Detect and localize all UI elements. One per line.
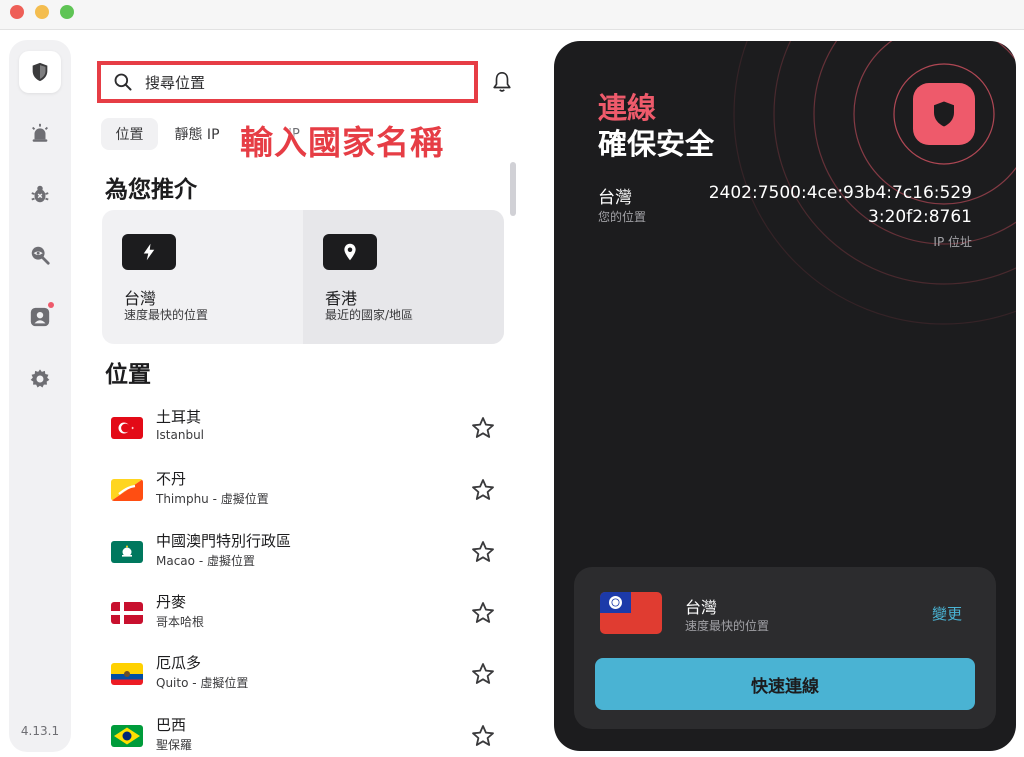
recommended-card-sub: 速度最快的位置: [124, 308, 209, 322]
tab-locations[interactable]: 位置: [101, 118, 158, 150]
close-window-button[interactable]: [10, 5, 24, 19]
sidebar-item-dark-web-monitor[interactable]: [19, 234, 61, 276]
list-item-ecuador[interactable]: 厄瓜多 Quito - 虛擬位置: [104, 650, 510, 700]
list-item-bhutan[interactable]: 不丹 Thimphu - 虛擬位置: [104, 466, 510, 516]
location-sub: Istanbul: [156, 428, 205, 442]
quick-connect-card: 台灣 速度最快的位置 變更 快速連線: [574, 567, 996, 729]
list-item-macao[interactable]: 中國澳門特別行政區 Macao - 虛擬位置: [104, 528, 510, 578]
sidebar-item-vpn[interactable]: [19, 51, 61, 93]
current-location: 台灣: [598, 188, 632, 208]
recommended-card-sub: 最近的國家/地區: [325, 308, 414, 322]
window-titlebar: [0, 0, 1024, 30]
macao-flag-icon: [111, 541, 143, 563]
bolt-icon: [143, 243, 155, 261]
location-sub: 聖保羅: [156, 738, 193, 752]
ip-address-caption: IP 位址: [933, 235, 972, 249]
alarm-icon: [32, 123, 48, 142]
notification-dot: [48, 302, 54, 308]
star-icon[interactable]: [471, 540, 495, 564]
location-name: 土耳其: [156, 408, 202, 426]
location-name: 不丹: [156, 470, 187, 488]
bug-icon: [31, 185, 49, 203]
list-item-brazil[interactable]: 巴西 聖保羅: [104, 712, 510, 757]
zoom-window-button[interactable]: [60, 5, 74, 19]
recommended-panel: 台灣 速度最快的位置 香港 最近的國家/地區: [102, 210, 504, 344]
recommended-title: 為您推介: [105, 177, 197, 203]
ecuador-flag-icon: [111, 663, 143, 685]
shield-icon: [934, 101, 954, 127]
ip-address-value: 2402:7500:4ce:93b4:7c16:529 3:20f2:8761: [708, 183, 972, 227]
quick-connect-button[interactable]: 快速連線: [595, 658, 975, 710]
location-name: 巴西: [156, 716, 187, 734]
annotation-callout: 輸入國家名稱: [240, 123, 444, 162]
sidebar-item-account[interactable]: [19, 296, 61, 338]
change-location-link[interactable]: 變更: [932, 603, 962, 624]
bhutan-flag-icon: [111, 479, 143, 501]
star-icon[interactable]: [471, 724, 495, 748]
protection-badge: [913, 83, 975, 145]
location-sub: Macao - 虛擬位置: [156, 554, 255, 568]
connection-status-subtitle: 確保安全: [598, 127, 715, 161]
tab-static-ip[interactable]: 靜態 IP: [168, 118, 226, 150]
list-item-turkey[interactable]: 土耳其 Istanbul: [104, 404, 510, 454]
current-location-caption: 您的位置: [598, 210, 647, 224]
account-icon: [30, 307, 50, 327]
app-version: 4.13.1: [20, 724, 60, 738]
location-sub: 哥本哈根: [156, 615, 205, 629]
selected-location-sub: 速度最快的位置: [685, 619, 770, 633]
star-icon[interactable]: [471, 478, 495, 502]
scrollbar[interactable]: [510, 162, 516, 216]
star-icon[interactable]: [471, 416, 495, 440]
shield-icon: [32, 62, 48, 82]
location-name: 厄瓜多: [156, 654, 202, 672]
taiwan-flag-icon: [600, 592, 662, 634]
gear-icon: [30, 369, 50, 388]
selected-location-name: 台灣: [685, 598, 718, 617]
search-placeholder: 搜尋位置: [145, 73, 206, 92]
recommended-card-fastest[interactable]: 台灣 速度最快的位置: [102, 210, 303, 344]
recommended-card-nearest[interactable]: 香港 最近的國家/地區: [303, 210, 504, 344]
search-eye-icon: [31, 246, 50, 265]
sidebar: 4.13.1: [9, 40, 71, 752]
list-item-denmark[interactable]: 丹麥 哥本哈根: [104, 589, 510, 639]
brazil-flag-icon: [111, 725, 143, 747]
denmark-flag-icon: [111, 602, 143, 624]
search-icon: [114, 73, 132, 91]
locations-title: 位置: [105, 362, 151, 388]
sidebar-item-malware[interactable]: [19, 173, 61, 215]
sidebar-item-threat-protection[interactable]: [19, 112, 61, 154]
search-input[interactable]: 搜尋位置: [97, 61, 478, 103]
location-sub: Quito - 虛擬位置: [156, 676, 249, 690]
location-sub: Thimphu - 虛擬位置: [156, 492, 269, 506]
bell-icon[interactable]: [491, 70, 513, 94]
sidebar-item-settings[interactable]: [19, 358, 61, 400]
turkey-flag-icon: [111, 417, 143, 439]
location-name: 中國澳門特別行政區: [156, 532, 292, 550]
location-pin-icon: [344, 243, 356, 261]
star-icon[interactable]: [471, 662, 495, 686]
star-icon[interactable]: [471, 601, 495, 625]
location-name: 丹麥: [156, 593, 187, 611]
connection-panel: 連線 確保安全 台灣 您的位置 2402:7500:4ce:93b4:7c16:…: [554, 41, 1016, 751]
minimize-window-button[interactable]: [35, 5, 49, 19]
